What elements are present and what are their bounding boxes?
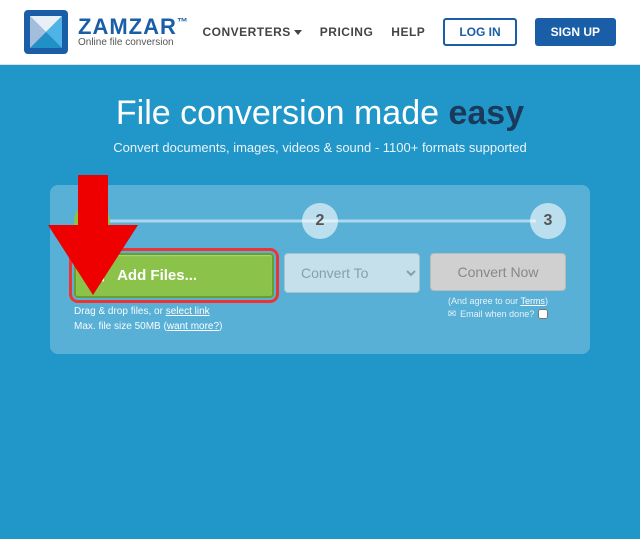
chevron-down-icon [294,30,302,35]
signup-button[interactable]: SIGN UP [535,18,616,46]
convert-now-button[interactable]: Convert Now [430,253,566,291]
nav-converters-link[interactable]: CONVERTERS [202,25,301,39]
logo-text: ZAMZAR™ Online file conversion [78,16,189,48]
email-row: ✉ Email when done? [430,309,566,320]
red-arrow [48,175,138,300]
want-more-link[interactable]: want more? [167,321,219,332]
conversion-area: 1 2 3 ⬆ Add Files... Drag & drop files, … [30,185,610,354]
email-checkbox[interactable] [538,309,548,319]
hero-section: File conversion made easy Convert docume… [0,65,640,175]
nav-help-link[interactable]: HELP [391,25,425,39]
navbar-left: ZAMZAR™ Online file conversion [24,10,189,54]
hero-headline: File conversion made easy [20,93,620,134]
hero-subheadline: Convert documents, images, videos & soun… [20,140,620,155]
controls-row: ⬆ Add Files... Drag & drop files, or sel… [74,253,566,334]
convert-to-select[interactable]: Convert To [284,253,420,293]
nav-pricing-link[interactable]: PRICING [320,25,374,39]
login-button[interactable]: LOG IN [443,18,516,46]
steps-row: 1 2 3 [74,203,566,239]
zamzar-logo-icon [24,10,68,54]
logo-name: ZAMZAR™ [78,16,189,38]
navbar: ZAMZAR™ Online file conversion CONVERTER… [0,0,640,65]
step-3-circle: 3 [530,203,566,239]
terms-link[interactable]: Terms [520,296,545,306]
select-link[interactable]: select link [166,306,210,317]
upload-hint: Drag & drop files, or select link Max. f… [74,304,274,334]
convert-to-wrap: Convert To [284,253,420,293]
step-2-circle: 2 [302,203,338,239]
navbar-right: CONVERTERS PRICING HELP LOG IN SIGN UP [202,18,616,46]
logo-subtitle: Online file conversion [78,38,189,48]
convert-terms: (And agree to our Terms) [430,296,566,306]
convert-now-wrap: Convert Now (And agree to our Terms) ✉ E… [430,253,566,320]
email-icon: ✉ [448,309,456,320]
